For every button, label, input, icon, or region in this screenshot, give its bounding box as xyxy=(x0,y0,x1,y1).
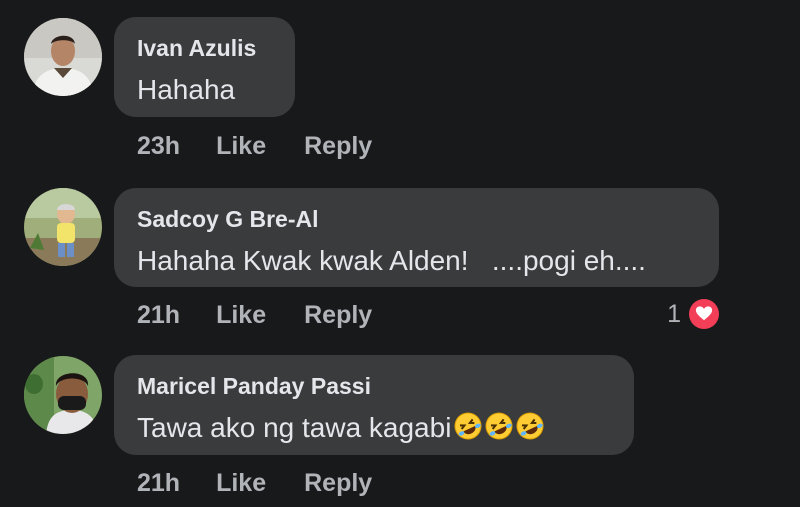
comment-timestamp[interactable]: 21h xyxy=(137,468,180,498)
comment-actions: 21h Like Reply xyxy=(137,468,372,498)
reaction-summary[interactable]: 1 xyxy=(667,299,719,329)
comment-timestamp[interactable]: 23h xyxy=(137,131,180,161)
avatar[interactable] xyxy=(24,18,102,96)
avatar[interactable] xyxy=(24,188,102,266)
comment-author[interactable]: Ivan Azulis xyxy=(137,34,273,62)
reply-button[interactable]: Reply xyxy=(304,468,372,498)
comment-text-content: Tawa ako ng tawa kagabi xyxy=(137,412,452,443)
like-button[interactable]: Like xyxy=(216,131,266,161)
rolling-laughing-emoji xyxy=(485,412,513,440)
rolling-laughing-emoji xyxy=(516,412,544,440)
comment-bubble: Maricel Panday Passi Tawa ako ng tawa ka… xyxy=(114,355,634,455)
like-button[interactable]: Like xyxy=(216,468,266,498)
comment-author[interactable]: Sadcoy G Bre-Al xyxy=(137,205,697,233)
comment-actions: 21h Like Reply xyxy=(137,300,372,330)
reply-button[interactable]: Reply xyxy=(304,300,372,330)
comment-bubble: Ivan Azulis Hahaha xyxy=(114,17,295,117)
reaction-count: 1 xyxy=(667,300,681,328)
comment-timestamp[interactable]: 21h xyxy=(137,300,180,330)
emoji-group xyxy=(453,411,546,449)
comment-text: Hahaha xyxy=(137,74,236,105)
comment-bubble: Sadcoy G Bre-Al Hahaha Kwak kwak Alden! … xyxy=(114,188,719,287)
comment-author[interactable]: Maricel Panday Passi xyxy=(137,372,612,400)
avatar-photo-icon xyxy=(24,188,102,266)
comment-actions: 23h Like Reply xyxy=(137,131,372,161)
avatar-photo-icon xyxy=(24,18,102,96)
rolling-laughing-emoji xyxy=(454,412,482,440)
comment-text: Hahaha Kwak kwak Alden! ....pogi eh.... xyxy=(137,245,646,276)
avatar-photo-icon xyxy=(24,356,102,434)
comment-thread: Ivan Azulis Hahaha 23h Like Reply Sadcoy G… xyxy=(0,0,800,507)
comment-text: Tawa ako ng tawa kagabi xyxy=(137,411,612,449)
reply-button[interactable]: Reply xyxy=(304,131,372,161)
like-button[interactable]: Like xyxy=(216,300,266,330)
heart-icon xyxy=(689,299,719,329)
avatar[interactable] xyxy=(24,356,102,434)
